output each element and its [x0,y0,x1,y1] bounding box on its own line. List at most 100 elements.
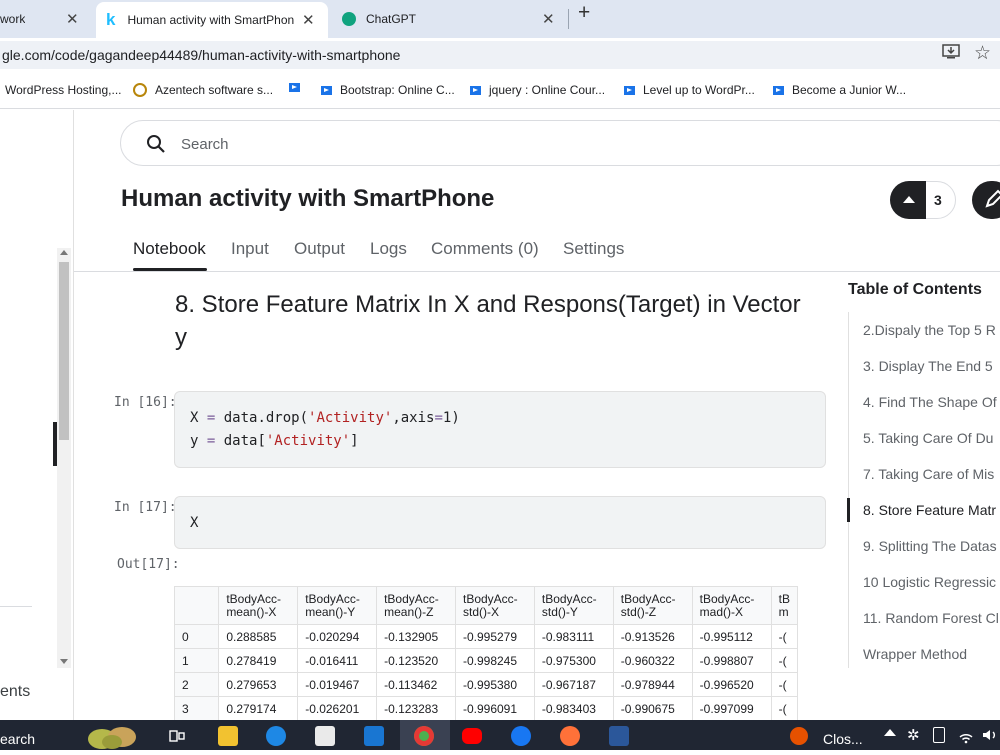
table-cell: -0.132905 [376,624,456,649]
section-heading: 8. Store Feature Matrix In X and Respons… [175,291,801,351]
play-icon [773,85,784,95]
code-line: X = data.drop('Activity',axis=1) [190,410,460,426]
toc-item[interactable]: 9. Splitting The Datas [863,538,997,554]
toc-item[interactable]: 4. Find The Shape Of [863,394,997,410]
row-index: 2 [174,672,220,697]
scroll-up-icon[interactable] [60,250,68,255]
wifi-icon[interactable] [958,728,974,744]
upvote-button[interactable] [890,181,926,219]
firefox-icon[interactable] [560,726,580,746]
table-cell: -( [770,624,798,649]
data-table: tBodyAcc-mean()-X tBodyAcc-mean()-Y tBodyA… [174,586,798,720]
code-cell[interactable]: X [174,496,826,549]
bookmark-item[interactable]: WordPress Hosting,... [5,83,121,97]
youtube-icon[interactable] [462,728,482,744]
toc-item[interactable]: 2.Dispaly the Top 5 R [863,322,996,338]
toc-item[interactable]: 8. Store Feature Matr [863,502,996,518]
table-column-header: tBodyAcc-mean()-Z [376,586,456,625]
table-cell: -0.967187 [533,672,614,697]
bookmark-label: WordPress Hosting,... [5,83,122,97]
sidebar-divider [0,606,32,607]
row-index: 1 [174,648,220,673]
table-cell: -0.983111 [533,624,614,649]
toc-item[interactable]: 11. Random Forest Cl [863,610,999,626]
table-row: 2 0.279653 -0.019467 -0.113462 -0.995380 -0.9… [174,672,798,697]
file-explorer-icon[interactable] [218,726,238,746]
toc-item[interactable]: Wrapper Method [863,646,967,662]
tab-settings[interactable]: Settings [563,239,624,259]
bookmark-item[interactable]: Azentech software s... [133,83,273,97]
table-header-row: tBodyAcc-mean()-X tBodyAcc-mean()-Y tBodyA… [174,586,798,625]
word-icon[interactable] [609,726,629,746]
close-icon[interactable]: ✕ [542,10,555,28]
tab-input[interactable]: Input [231,239,269,259]
store-icon[interactable] [315,726,335,746]
table-cell: -0.995112 [691,624,772,649]
table-row: 0 0.288585 -0.020294 -0.132905 -0.995279 -0.9… [174,624,798,649]
play-icon [321,85,332,95]
chatgpt-icon [342,12,356,26]
toc-item[interactable]: 7. Taking Care of Mis [863,466,994,482]
table-cell: -0.960322 [612,648,693,673]
table-cell: -0.997099 [691,696,772,720]
tab-logs[interactable]: Logs [370,239,407,259]
facebook-icon[interactable] [511,726,531,746]
volume-icon[interactable] [982,728,998,742]
url-text: gle.com/code/gagandeep44489/human-activi… [2,47,401,63]
edit-button[interactable] [972,181,1000,219]
battery-icon[interactable] [933,727,945,743]
bookmark-item[interactable]: Bootstrap: Online C... [321,83,455,97]
chrome-icon[interactable] [414,726,434,746]
tab-work[interactable]: work ✕ [0,0,92,38]
pistachio-icon[interactable] [84,722,142,750]
taskbar-search[interactable]: earch [0,731,35,747]
toc-rail [848,312,849,668]
table-cell: 0.288585 [218,624,299,649]
bookmark-item[interactable] [289,83,308,92]
new-tab-button[interactable]: + [578,1,590,25]
toc-active-indicator [847,498,850,522]
tab-comments[interactable]: Comments (0) [431,239,539,259]
bookmark-item[interactable]: Become a Junior W... [773,83,906,97]
tab-notebook[interactable]: Notebook [133,239,206,259]
weather-icon[interactable] [790,727,808,745]
table-column-header: tBodyAcc-mean()-X [218,586,299,625]
toc-item[interactable]: 10 Logistic Regressic [863,574,996,590]
mail-icon[interactable] [364,726,384,746]
task-view-icon[interactable] [168,728,186,744]
edge-icon[interactable] [266,726,286,746]
tab-label: work [0,12,26,26]
bookmark-item[interactable]: Level up to WordPr... [624,83,755,97]
tray-expand-icon[interactable] [884,729,896,736]
play-icon [470,85,481,95]
toc-item[interactable]: 5. Taking Care Of Du [863,430,993,446]
cell-prompt: In [17]: [114,500,177,515]
tab-label: Human activity with SmartPhon [127,13,295,27]
close-icon[interactable]: ✕ [302,11,315,29]
settings-icon[interactable]: ✲ [907,726,920,744]
sidebar-scroll-thumb[interactable] [59,262,69,440]
table-column-header: tBodyAcc-mad()-X [691,586,772,625]
sidebar-item-label[interactable]: ents [0,683,30,701]
weather-label[interactable]: Clos... [823,731,863,747]
scroll-down-icon[interactable] [60,659,68,664]
bookmark-star-icon[interactable]: ☆ [974,42,991,65]
toc-item[interactable]: 3. Display The End 5 [863,358,993,374]
close-icon[interactable]: ✕ [66,10,79,28]
output-prompt: Out[17]: [117,557,180,572]
table-cell: 0.279174 [218,696,299,720]
tab-kaggle[interactable]: k Human activity with SmartPhon ✕ [96,2,328,38]
table-cell: -0.020294 [297,624,378,649]
tab-output[interactable]: Output [294,239,345,259]
table-column-header: tBodyAcc-std()-Y [533,586,614,625]
install-app-icon[interactable] [942,44,960,60]
cell-prompt: In [16]: [114,395,177,410]
code-cell[interactable]: X = data.drop('Activity',axis=1) y = dat… [174,391,826,468]
table-cell: -0.113462 [376,672,456,697]
bookmark-item[interactable]: jquery : Online Cour... [470,83,605,97]
search-input[interactable] [120,120,1000,166]
bookmark-label: Bootstrap: Online C... [340,83,455,97]
table-row: 3 0.279174 -0.026201 -0.123283 -0.996091 -0.9… [174,696,798,720]
pencil-icon [985,189,1000,208]
tab-chatgpt[interactable]: ChatGPT ✕ [334,0,564,38]
